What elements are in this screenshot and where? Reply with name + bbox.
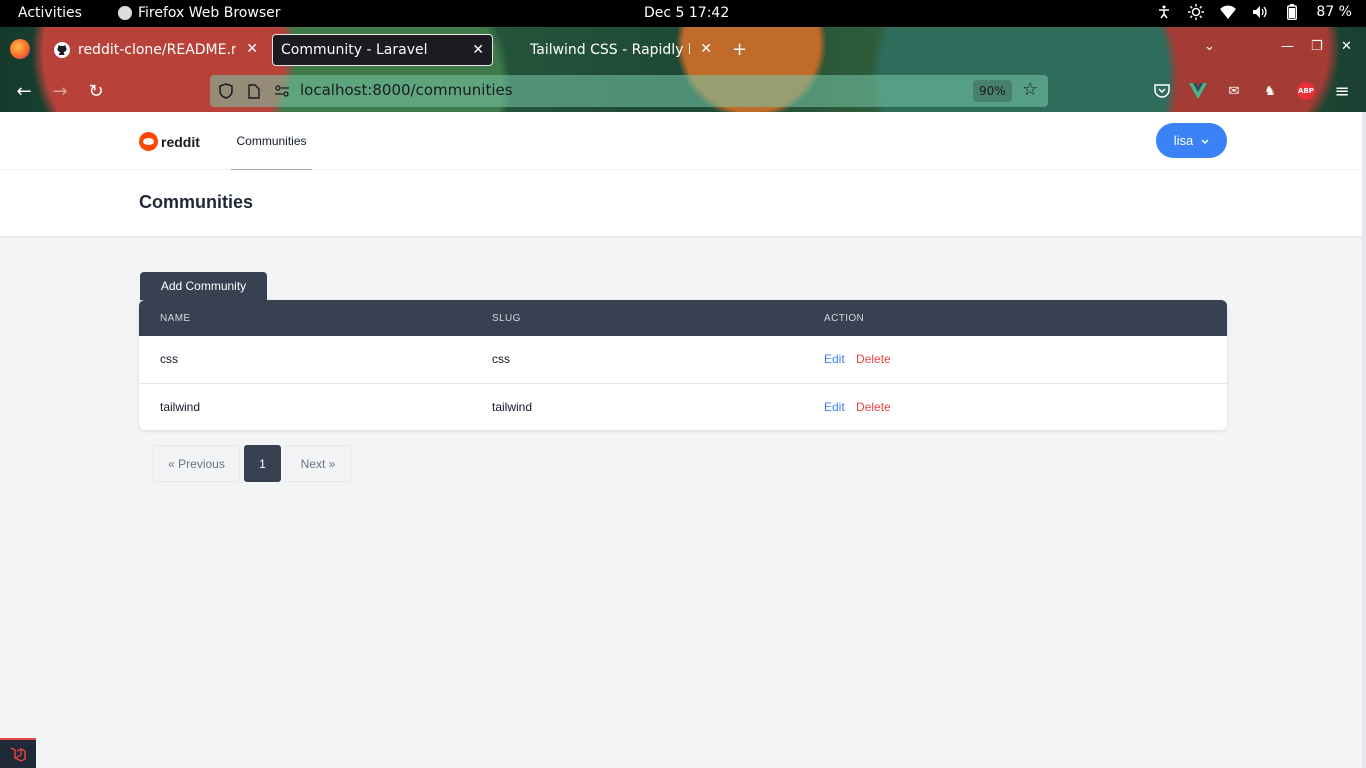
tab-title: reddit-clone/README.md bbox=[78, 42, 236, 58]
reddit-logo[interactable]: reddit bbox=[139, 132, 200, 151]
volume-icon[interactable] bbox=[1252, 4, 1268, 20]
app-menu[interactable]: Firefox Web Browser bbox=[118, 5, 281, 21]
tab-community-laravel[interactable]: Community - Laravel ✕ bbox=[272, 34, 493, 66]
close-window-icon[interactable]: ✕ bbox=[1341, 39, 1352, 54]
cell-slug: css bbox=[492, 352, 510, 367]
cell-name: css bbox=[160, 352, 178, 367]
bookmark-star-icon[interactable]: ☆ bbox=[1022, 79, 1038, 100]
zoom-level[interactable]: 90% bbox=[973, 80, 1012, 102]
communities-table: NAME SLUG ACTION css css Edit Delete tai… bbox=[139, 300, 1227, 430]
tab-readme[interactable]: reddit-clone/README.md ✕ bbox=[46, 34, 266, 66]
tab-title: Community - Laravel bbox=[281, 42, 428, 58]
delete-link[interactable]: Delete bbox=[856, 400, 891, 414]
close-tab-icon[interactable]: ✕ bbox=[246, 41, 258, 57]
page-title: Communities bbox=[139, 192, 254, 212]
github-icon bbox=[54, 42, 70, 58]
activities-button[interactable]: Activities bbox=[18, 5, 82, 21]
edit-link[interactable]: Edit bbox=[824, 400, 845, 414]
reload-icon[interactable]: ↻ bbox=[84, 79, 108, 103]
back-icon[interactable]: ← bbox=[12, 79, 36, 103]
cell-slug: tailwind bbox=[492, 399, 533, 414]
cell-actions: Edit Delete bbox=[803, 383, 1227, 430]
wifi-icon[interactable] bbox=[1220, 4, 1237, 20]
reddit-snoo-icon bbox=[139, 132, 158, 151]
user-name: lisa bbox=[1173, 133, 1194, 148]
firefox-small-icon bbox=[118, 6, 132, 20]
firefox-icon[interactable] bbox=[10, 39, 30, 59]
navigation-toolbar: ← → ↻ localhost:8000/communities 90% ☆ ✉… bbox=[0, 71, 1366, 112]
chevron-down-icon bbox=[1201, 133, 1209, 148]
adblock-plus-icon[interactable]: ABP bbox=[1297, 82, 1315, 100]
minimize-icon[interactable]: — bbox=[1281, 39, 1294, 54]
clock[interactable]: Dec 5 17:42 bbox=[644, 5, 729, 21]
app-navbar: reddit Communities lisa bbox=[0, 112, 1366, 170]
tab-tailwind[interactable]: Tailwind CSS - Rapidly b ✕ bbox=[498, 34, 720, 66]
restore-icon[interactable]: ❐ bbox=[1311, 39, 1323, 54]
extension-icon[interactable]: ✉ bbox=[1224, 81, 1244, 101]
column-header-action: ACTION bbox=[824, 312, 865, 324]
pagination-previous[interactable]: « Previous bbox=[153, 445, 240, 482]
nav-link-communities[interactable]: Communities bbox=[231, 112, 312, 170]
page-icon[interactable] bbox=[246, 83, 262, 99]
edit-link[interactable]: Edit bbox=[824, 352, 845, 366]
add-community-button[interactable]: Add Community bbox=[140, 272, 267, 300]
cell-name: tailwind bbox=[160, 399, 201, 414]
page-scrollbar[interactable] bbox=[1362, 112, 1366, 768]
page-header: Communities bbox=[0, 170, 1366, 236]
new-tab-icon[interactable]: + bbox=[732, 39, 747, 60]
delete-link[interactable]: Delete bbox=[856, 352, 891, 366]
user-dropdown-button[interactable]: lisa bbox=[1156, 123, 1227, 158]
cell-actions: Edit Delete bbox=[803, 336, 1227, 383]
tab-strip: reddit-clone/README.md ✕ Community - Lar… bbox=[0, 27, 1366, 71]
table-header-row: NAME SLUG ACTION bbox=[139, 300, 1227, 336]
column-header-name: NAME bbox=[160, 312, 191, 324]
accessibility-icon[interactable] bbox=[1156, 4, 1172, 20]
battery-percent: 87 % bbox=[1316, 4, 1352, 20]
shield-icon[interactable] bbox=[218, 83, 234, 99]
tailwind-icon bbox=[506, 42, 522, 58]
brightness-icon[interactable] bbox=[1188, 4, 1205, 20]
browser-chrome: reddit-clone/README.md ✕ Community - Lar… bbox=[0, 27, 1366, 112]
pagination-current-page[interactable]: 1 bbox=[244, 445, 281, 482]
logo-text: reddit bbox=[161, 133, 200, 150]
forward-icon[interactable]: → bbox=[48, 79, 72, 103]
system-top-bar: Activities Firefox Web Browser Dec 5 17:… bbox=[0, 0, 1366, 27]
app-name: Firefox Web Browser bbox=[138, 5, 281, 21]
pocket-icon[interactable] bbox=[1152, 81, 1172, 101]
pagination-next[interactable]: Next » bbox=[285, 445, 351, 482]
system-tray[interactable]: 87 % bbox=[1156, 4, 1352, 20]
url-bar[interactable]: localhost:8000/communities 90% ☆ bbox=[210, 75, 1048, 107]
vue-devtools-icon[interactable] bbox=[1188, 81, 1208, 101]
table-row: tailwind tailwind Edit Delete bbox=[139, 383, 1227, 430]
column-header-slug: SLUG bbox=[492, 312, 521, 324]
table-row: css css Edit Delete bbox=[139, 336, 1227, 383]
laravel-debugbar-icon[interactable] bbox=[0, 738, 36, 768]
close-tab-icon[interactable]: ✕ bbox=[472, 42, 484, 58]
url-text[interactable]: localhost:8000/communities bbox=[300, 81, 513, 99]
tab-title: Tailwind CSS - Rapidly b bbox=[530, 42, 690, 58]
pagination: « Previous 1 Next » bbox=[153, 445, 351, 482]
extension-icon[interactable]: ♞ bbox=[1260, 81, 1280, 101]
close-tab-icon[interactable]: ✕ bbox=[700, 41, 712, 57]
hamburger-menu-icon[interactable]: ≡ bbox=[1332, 81, 1352, 102]
page-viewport: reddit Communities lisa Communities Add … bbox=[0, 112, 1366, 768]
list-all-tabs-icon[interactable]: ⌄ bbox=[1204, 39, 1215, 54]
battery-icon[interactable] bbox=[1284, 4, 1300, 20]
permissions-icon[interactable] bbox=[274, 83, 290, 99]
